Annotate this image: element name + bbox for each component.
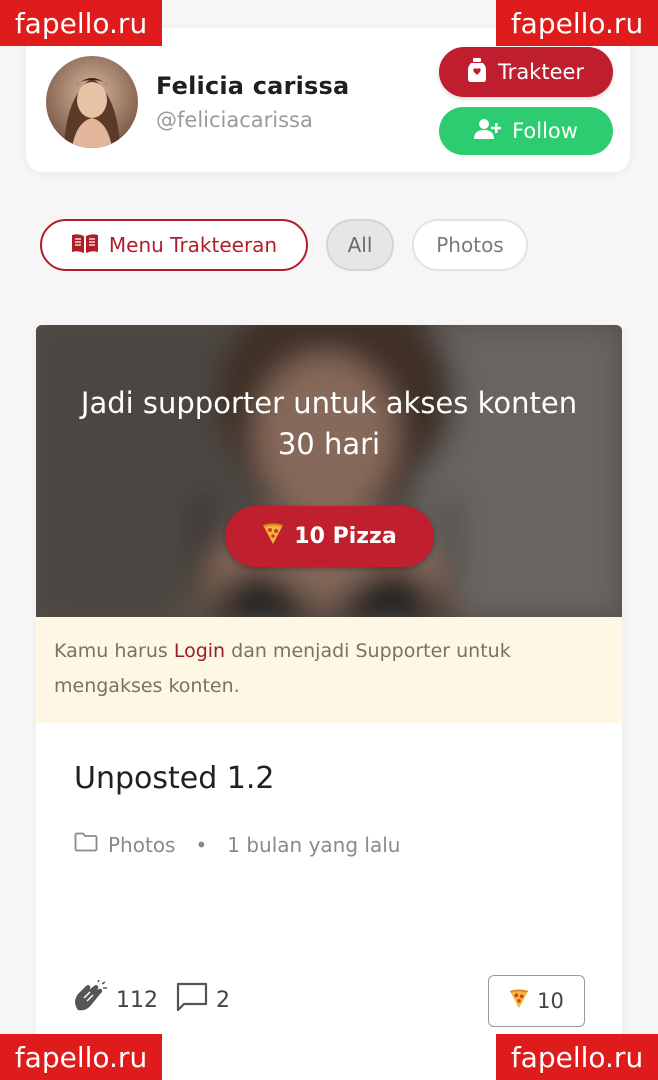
filter-all-button[interactable]: All (326, 219, 394, 271)
login-note-text: Kamu harus (54, 640, 174, 662)
watermark-bottom-left: fapello.ru (0, 1034, 162, 1080)
pizza-icon (509, 988, 529, 1014)
comment-icon[interactable] (176, 982, 208, 1018)
filter-all-label: All (347, 233, 373, 257)
watermark-top-right: fapello.ru (496, 0, 658, 46)
watermark-bottom-right: fapello.ru (496, 1034, 658, 1080)
post-card: Jadi supporter untuk akses konten 30 har… (36, 325, 622, 1080)
folder-icon (74, 832, 98, 857)
menu-trakteeran-button[interactable]: Menu Trakteeran (40, 219, 308, 271)
post-stats: 112 2 (72, 979, 230, 1020)
trakteer-button[interactable]: Trakteer (439, 47, 613, 97)
page: Felicia carissa @feliciacarissa Trakteer (0, 0, 658, 1080)
profile-card: Felicia carissa @feliciacarissa Trakteer (26, 28, 630, 172)
add-user-icon (474, 118, 502, 145)
menu-trakteeran-label: Menu Trakteeran (108, 233, 278, 257)
filter-photos-button[interactable]: Photos (412, 219, 528, 271)
locked-title: Jadi supporter untuk akses konten 30 har… (80, 386, 578, 461)
watermark-top-left: fapello.ru (0, 0, 162, 46)
login-link[interactable]: Login (174, 640, 225, 662)
locked-cover-image: Jadi supporter untuk akses konten 30 har… (36, 325, 622, 617)
username: @feliciacarissa (156, 108, 313, 132)
trakteer-jar-icon (467, 57, 486, 87)
login-note: Kamu harus Login dan menjadi Supporter u… (36, 617, 622, 723)
post-time: 1 bulan yang lalu (227, 832, 401, 857)
pizza-tip-button[interactable]: 10 (488, 975, 585, 1027)
post-meta: Photos • 1 bulan yang lalu (74, 832, 400, 857)
post-category[interactable]: Photos (108, 833, 175, 857)
display-name: Felicia carissa (156, 72, 350, 100)
book-icon (71, 233, 99, 258)
tip-count: 10 (537, 989, 564, 1013)
filter-photos-label: Photos (436, 233, 504, 257)
clap-icon[interactable] (72, 979, 108, 1020)
follow-label: Follow (512, 119, 578, 143)
follow-button[interactable]: Follow (439, 107, 613, 155)
post-title[interactable]: Unposted 1.2 (74, 761, 275, 796)
meta-separator: • (195, 832, 208, 857)
pizza-icon (262, 523, 284, 551)
likes-count: 112 (116, 987, 158, 1013)
comments-count: 2 (216, 987, 230, 1013)
trakteer-label: Trakteer (497, 60, 585, 84)
unlock-pizza-button[interactable]: 10 Pizza (225, 506, 434, 567)
unlock-price-label: 10 Pizza (294, 524, 397, 549)
avatar[interactable] (46, 56, 138, 148)
